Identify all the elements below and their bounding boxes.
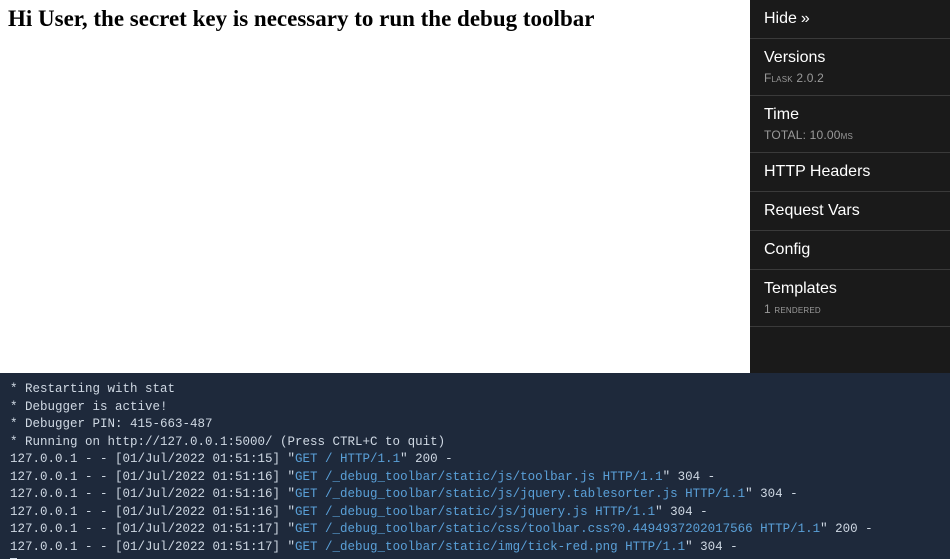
- terminal-line: 127.0.0.1 - - [01/Jul/2022 01:51:17] "GE…: [10, 539, 940, 557]
- debug-toolbar: Hide» Versions Flask 2.0.2 Time TOTAL: 1…: [750, 0, 950, 373]
- top-region: Hi User, the secret key is necessary to …: [0, 0, 950, 373]
- panel-config[interactable]: Config: [750, 231, 950, 270]
- terminal-line: 127.0.0.1 - - [01/Jul/2022 01:51:16] "GE…: [10, 486, 940, 504]
- panel-title: Versions: [764, 49, 936, 67]
- page-content: Hi User, the secret key is necessary to …: [0, 0, 750, 373]
- hide-label: Hide: [764, 10, 797, 27]
- panel-subtitle: Flask 2.0.2: [764, 71, 936, 85]
- terminal-line: 127.0.0.1 - - [01/Jul/2022 01:51:16] "GE…: [10, 504, 940, 522]
- panel-versions[interactable]: Versions Flask 2.0.2: [750, 39, 950, 96]
- terminal-line: * Debugger PIN: 415-663-487: [10, 416, 940, 434]
- page-heading: Hi User, the secret key is necessary to …: [8, 6, 742, 32]
- panel-templates[interactable]: Templates 1 rendered: [750, 270, 950, 327]
- panel-time[interactable]: Time TOTAL: 10.00ms: [750, 96, 950, 153]
- terminal-line: * Running on http://127.0.0.1:5000/ (Pre…: [10, 434, 940, 452]
- panel-title: HTTP Headers: [764, 163, 936, 181]
- panel-title: Time: [764, 106, 936, 124]
- terminal-output[interactable]: * Restarting with stat * Debugger is act…: [0, 373, 950, 559]
- terminal-line: 127.0.0.1 - - [01/Jul/2022 01:51:15] "GE…: [10, 451, 940, 469]
- panel-title: Request Vars: [764, 202, 936, 220]
- panel-subtitle: 1 rendered: [764, 302, 936, 316]
- panel-title: Config: [764, 241, 936, 259]
- panel-title: Templates: [764, 280, 936, 298]
- panel-request-vars[interactable]: Request Vars: [750, 192, 950, 231]
- chevron-right-icon: »: [801, 10, 810, 27]
- terminal-line: * Debugger is active!: [10, 399, 940, 417]
- terminal-line: 127.0.0.1 - - [01/Jul/2022 01:51:17] "GE…: [10, 521, 940, 539]
- terminal-line: * Restarting with stat: [10, 381, 940, 399]
- panel-subtitle: TOTAL: 10.00ms: [764, 128, 936, 142]
- hide-toolbar-button[interactable]: Hide»: [750, 0, 950, 39]
- panel-http-headers[interactable]: HTTP Headers: [750, 153, 950, 192]
- terminal-line: 127.0.0.1 - - [01/Jul/2022 01:51:16] "GE…: [10, 469, 940, 487]
